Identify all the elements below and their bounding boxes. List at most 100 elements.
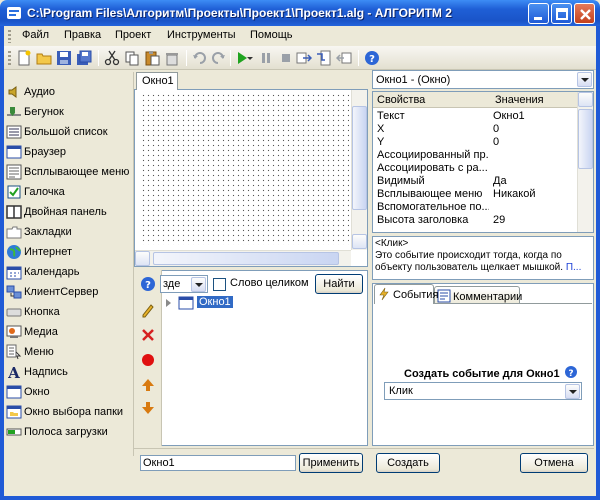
checkbox-icon <box>7 185 21 199</box>
properties-scrollbar[interactable] <box>577 92 593 232</box>
property-row[interactable]: Высота заголовка 29 <box>373 214 578 227</box>
help-icon[interactable]: ? <box>140 276 156 292</box>
palette-item-split-panel[interactable]: Двойная панель <box>6 202 132 222</box>
palette-item-button[interactable]: Кнопка <box>6 302 132 322</box>
whole-word-checkbox[interactable] <box>213 278 226 291</box>
tab-comments[interactable]: Комментарии <box>434 286 522 304</box>
palette-item-folder-dialog[interactable]: Окно выбора папки <box>6 402 132 422</box>
client-server-icon <box>6 285 22 299</box>
delete-icon[interactable] <box>164 50 180 66</box>
property-row[interactable]: Y0 <box>373 136 578 149</box>
palette-item-popup-menu[interactable]: Всплывающее меню <box>6 162 132 182</box>
property-row[interactable]: Вспомогательное по... <box>373 201 578 214</box>
new-file-icon[interactable] <box>16 50 32 66</box>
chevron-down-icon[interactable] <box>577 72 592 87</box>
designer-horizontal-scrollbar[interactable] <box>135 250 351 266</box>
cancel-button[interactable]: Отмена <box>520 453 588 473</box>
toolbar-grip <box>8 51 11 65</box>
slider-icon <box>7 107 21 116</box>
palette-item-window[interactable]: Окно <box>6 382 132 402</box>
step-over-icon[interactable] <box>316 50 332 66</box>
menu-icon <box>6 344 22 360</box>
apply-button[interactable]: Применить <box>299 453 363 473</box>
paste-icon[interactable] <box>144 50 160 66</box>
properties-grid: Свойства Значения Текст Окно1 X0 Y0 Ассоц… <box>372 91 594 233</box>
form-designer[interactable] <box>134 89 368 267</box>
svg-text:?: ? <box>145 280 151 291</box>
menu-edit[interactable]: Правка <box>64 29 101 41</box>
tab-designer-window[interactable]: Окно1 <box>136 72 178 90</box>
chevron-down-icon[interactable] <box>191 277 206 292</box>
name-input[interactable]: Окно1 <box>140 455 296 471</box>
designer-vertical-scrollbar[interactable] <box>351 90 367 250</box>
palette-item-slider[interactable]: Бегунок <box>6 102 132 122</box>
palette-item-internet[interactable]: Интернет <box>6 242 132 262</box>
globe-icon <box>7 245 21 259</box>
palette-item-client-server[interactable]: КлиентСервер <box>6 282 132 302</box>
property-row[interactable]: Ассоциированный пр... <box>373 149 578 162</box>
scroll-down-button[interactable] <box>352 234 367 249</box>
search-scope-select[interactable]: зде <box>160 275 208 293</box>
menu-project[interactable]: Проект <box>115 29 151 41</box>
edit-pencil-icon[interactable] <box>140 302 156 318</box>
open-folder-icon[interactable] <box>36 50 52 66</box>
find-button[interactable]: Найти <box>315 274 363 294</box>
palette-item-label[interactable]: A Надпись <box>6 362 132 382</box>
palette-item-progress-bar[interactable]: Полоса загрузки <box>6 422 132 442</box>
properties-scroll-thumb[interactable] <box>578 109 593 169</box>
palette-item-browser[interactable]: Браузер <box>6 142 132 162</box>
palette-item-audio[interactable]: Аудио <box>6 82 132 102</box>
designer-hscroll-thumb[interactable] <box>153 252 339 265</box>
record-icon[interactable] <box>140 352 156 368</box>
palette-item-tabs[interactable]: Закладки <box>6 222 132 242</box>
palette-item-media[interactable]: Медиа <box>6 322 132 342</box>
palette-item-calendar[interactable]: Календарь <box>6 262 132 282</box>
minimize-button[interactable] <box>528 3 549 24</box>
description-text: Это событие происходит тогда, когда по о… <box>375 250 564 273</box>
chevron-down-icon[interactable] <box>565 384 580 399</box>
tab-events[interactable]: События <box>374 284 438 304</box>
palette-item-big-list[interactable]: Большой список <box>6 122 132 142</box>
property-row[interactable]: Видимый Да <box>373 175 578 188</box>
help-icon[interactable]: ? <box>364 50 380 66</box>
menu-file[interactable]: Файл <box>22 29 49 41</box>
redo-icon[interactable] <box>210 50 226 66</box>
step-out-icon[interactable] <box>336 50 352 66</box>
pause-icon[interactable] <box>258 50 274 66</box>
designer-grid[interactable] <box>141 93 349 245</box>
svg-text:A: A <box>7 364 20 380</box>
stop-icon[interactable] <box>278 50 294 66</box>
copy-icon[interactable] <box>124 50 140 66</box>
menu-tools[interactable]: Инструменты <box>167 29 236 41</box>
palette-item-checkbox[interactable]: Галочка <box>6 182 132 202</box>
palette-item-menu[interactable]: Меню <box>6 342 132 362</box>
step-into-icon[interactable] <box>296 50 312 66</box>
maximize-button[interactable] <box>551 3 572 24</box>
save-all-icon[interactable] <box>76 50 92 66</box>
description-more-link[interactable]: П... <box>566 262 582 273</box>
property-row[interactable]: Ассоциировать с ра... <box>373 162 578 175</box>
move-up-icon[interactable] <box>140 377 156 393</box>
scroll-left-button[interactable] <box>135 251 150 266</box>
help-icon[interactable]: ? <box>564 365 578 379</box>
undo-icon[interactable] <box>192 50 208 66</box>
property-row[interactable]: Всплывающее меню Никакой <box>373 188 578 201</box>
close-button[interactable] <box>574 3 595 24</box>
move-down-icon[interactable] <box>140 400 156 416</box>
create-button[interactable]: Создать <box>376 453 440 473</box>
run-dropdown-icon[interactable] <box>246 50 254 66</box>
scroll-up-button[interactable] <box>578 92 593 107</box>
app-icon <box>7 7 21 19</box>
label-icon: A <box>7 364 20 380</box>
event-type-select[interactable]: Клик <box>384 382 582 400</box>
property-row[interactable]: Текст Окно1 <box>373 110 578 123</box>
event-tree-panel <box>134 270 368 446</box>
cut-icon[interactable] <box>104 50 120 66</box>
object-selector[interactable]: Окно1 - (Окно) <box>372 70 594 89</box>
menu-help[interactable]: Помощь <box>250 29 293 41</box>
designer-vscroll-thumb[interactable] <box>352 106 367 210</box>
property-row[interactable]: X0 <box>373 123 578 136</box>
save-icon[interactable] <box>56 50 72 66</box>
delete-cross-icon[interactable] <box>140 327 156 343</box>
expand-arrow-icon[interactable] <box>166 299 175 307</box>
